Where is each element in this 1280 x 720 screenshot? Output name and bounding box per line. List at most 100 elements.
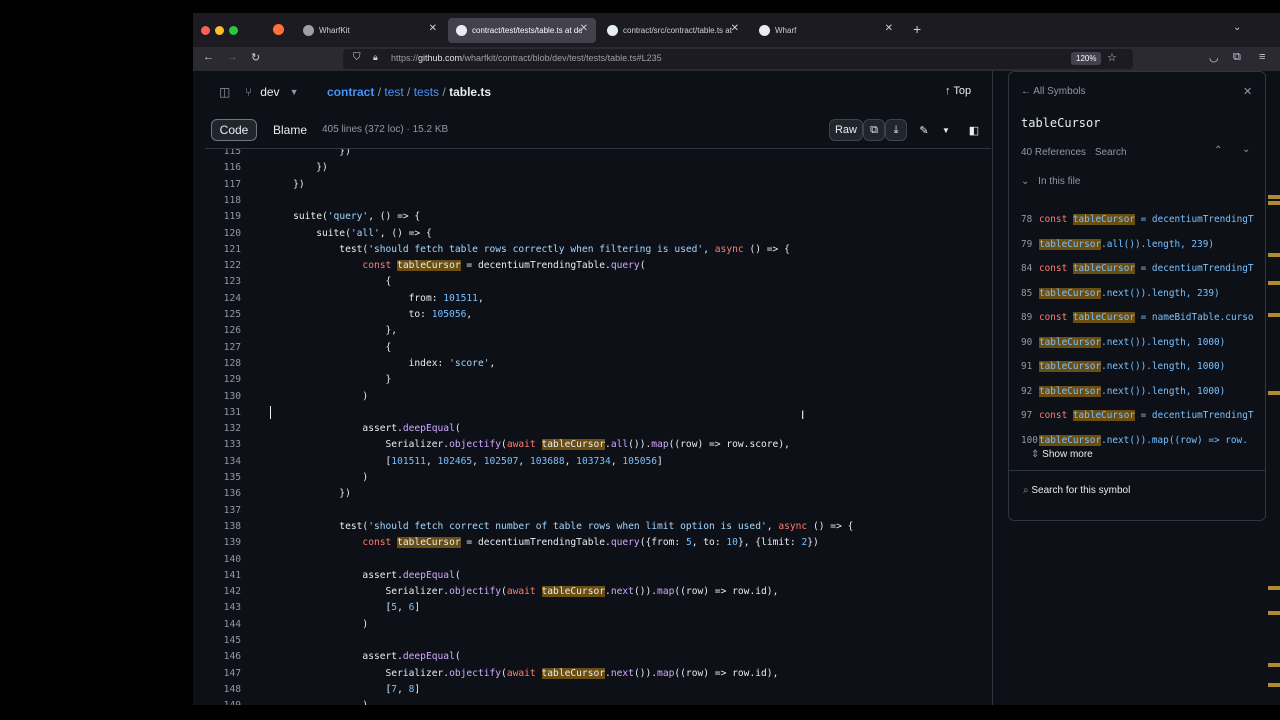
tab-table-test[interactable]: contract/test/tests/table.ts at de ✕ — [448, 18, 596, 43]
code-line[interactable]: 115 }) — [205, 149, 991, 161]
code-line[interactable]: 141 assert.deepEqual( — [205, 569, 991, 585]
tab-wharfkit[interactable]: WharfKit ✕ — [295, 18, 445, 43]
line-number[interactable]: 141 — [205, 570, 241, 581]
extensions-icon[interactable]: ⧉ — [1233, 51, 1241, 64]
pocket-icon[interactable]: ◡ — [1209, 51, 1219, 64]
line-number[interactable]: 119 — [205, 211, 241, 222]
code-line[interactable]: 137 — [205, 504, 991, 520]
reference-item[interactable]: 91 tableCursor.next()).length, 1000) — [1021, 361, 1261, 383]
copy-icon[interactable]: ⧉ — [863, 119, 885, 141]
close-icon[interactable]: ✕ — [1243, 85, 1252, 98]
code-line[interactable]: 139 const tableCursor = decentiumTrendin… — [205, 536, 991, 552]
tab-wharf[interactable]: Wharf ✕ — [751, 18, 901, 43]
code-line[interactable]: 135 ) — [205, 471, 991, 487]
line-number[interactable]: 149 — [205, 700, 241, 705]
tab-table-src[interactable]: contract/src/contract/table.ts at ✕ — [599, 18, 747, 43]
code-line[interactable]: 143 [5, 6] — [205, 601, 991, 617]
code-line[interactable]: 148 [7, 8] — [205, 683, 991, 699]
line-number[interactable]: 123 — [205, 276, 241, 287]
show-more-button[interactable]: ⇕ Show more — [1031, 449, 1093, 460]
raw-button[interactable]: Raw — [829, 119, 863, 141]
tracking-protection-icon[interactable]: ⛉ — [353, 52, 361, 63]
reload-icon[interactable]: ↻ — [251, 51, 260, 64]
search-symbol-button[interactable]: ⌕ Search for this symbol — [1023, 485, 1130, 496]
line-number[interactable]: 116 — [205, 162, 241, 173]
line-number[interactable]: 146 — [205, 651, 241, 662]
code-line[interactable]: 121 test('should fetch table rows correc… — [205, 243, 991, 259]
code-tab[interactable]: Code — [211, 119, 257, 141]
code-line[interactable]: 133 Serializer.objectify(await tableCurs… — [205, 438, 991, 454]
menu-icon[interactable]: ≡ — [1259, 51, 1265, 63]
code-line[interactable]: 147 Serializer.objectify(await tableCurs… — [205, 667, 991, 683]
tab-close-icon[interactable]: ✕ — [580, 23, 588, 34]
code-line[interactable]: 127 { — [205, 341, 991, 357]
breadcrumb-test[interactable]: test — [384, 85, 403, 99]
reference-item[interactable]: 97 const tableCursor = decentiumTrendingT — [1021, 410, 1261, 432]
sidebar-toggle-icon[interactable]: ◫ — [219, 85, 230, 99]
reference-item[interactable]: 79 tableCursor.all()).length, 239) — [1021, 238, 1261, 261]
line-number[interactable]: 139 — [205, 537, 241, 548]
top-button[interactable]: ↑ Top — [945, 85, 971, 97]
code-line[interactable]: 149 ) — [205, 699, 991, 705]
edit-pencil-icon[interactable]: ✎ — [913, 119, 935, 141]
line-number[interactable]: 117 — [205, 179, 241, 190]
code-line[interactable]: 130 ) — [205, 390, 991, 406]
lock-icon[interactable]: 🔒︎ — [373, 52, 378, 63]
line-number[interactable]: 122 — [205, 260, 241, 271]
reference-item[interactable]: 78 const tableCursor = decentiumTrendingT — [1021, 214, 1261, 236]
code-line[interactable]: 132 assert.deepEqual( — [205, 422, 991, 438]
new-tab-button[interactable]: + — [913, 21, 921, 37]
url-bar[interactable]: ⛉ 🔒︎ https://github.com/wharfkit/contrac… — [343, 49, 1133, 69]
download-icon[interactable]: ⤓ — [885, 119, 907, 141]
line-number[interactable]: 131 — [205, 407, 241, 418]
minimize-window-button[interactable] — [215, 26, 224, 35]
in-this-file-toggle[interactable]: ⌄ In this file — [1021, 176, 1080, 187]
code-line[interactable]: 126 }, — [205, 324, 991, 340]
line-number[interactable]: 143 — [205, 602, 241, 613]
bookmark-star-icon[interactable]: ☆ — [1107, 51, 1117, 64]
line-number[interactable]: 138 — [205, 521, 241, 532]
list-all-tabs-icon[interactable]: ⌄ — [1233, 22, 1241, 33]
line-number[interactable]: 144 — [205, 619, 241, 630]
tab-close-icon[interactable]: ✕ — [885, 23, 893, 34]
code-line[interactable]: 140 — [205, 553, 991, 569]
line-number[interactable]: 127 — [205, 342, 241, 353]
line-number[interactable]: 130 — [205, 391, 241, 402]
all-symbols-link[interactable]: ← All Symbols — [1021, 86, 1085, 97]
line-number[interactable]: 121 — [205, 244, 241, 255]
reference-item[interactable]: 90 tableCursor.next()).length, 1000) — [1021, 336, 1261, 359]
code-line[interactable]: 131 — [205, 406, 991, 422]
chevron-down-icon[interactable]: ⌄ — [1242, 144, 1250, 155]
code-line[interactable]: 146 assert.deepEqual( — [205, 650, 991, 666]
code-line[interactable]: 142 Serializer.objectify(await tableCurs… — [205, 585, 991, 601]
chevron-up-icon[interactable]: ⌃ — [1214, 145, 1222, 156]
code-line[interactable]: 124 from: 101511, — [205, 292, 991, 308]
line-number[interactable]: 137 — [205, 505, 241, 516]
line-number[interactable]: 142 — [205, 586, 241, 597]
symbols-panel-icon[interactable]: ◧ — [964, 119, 984, 141]
line-number[interactable]: 136 — [205, 488, 241, 499]
tab-close-icon[interactable]: ✕ — [429, 23, 437, 34]
line-number[interactable]: 132 — [205, 423, 241, 434]
code-line[interactable]: 122 const tableCursor = decentiumTrendin… — [205, 259, 991, 275]
code-line[interactable]: 138 test('should fetch correct number of… — [205, 520, 991, 536]
code-line[interactable]: 128 index: 'score', — [205, 357, 991, 373]
code-line[interactable]: 145 — [205, 634, 991, 650]
line-number[interactable]: 125 — [205, 309, 241, 320]
firefox-view-icon[interactable] — [273, 24, 284, 35]
code-line[interactable]: 134 [101511, 102465, 102507, 103688, 103… — [205, 455, 991, 471]
reference-item[interactable]: 92 tableCursor.next()).length, 1000) — [1021, 385, 1261, 408]
branch-selector[interactable]: ⑂ dev ▼ — [245, 81, 298, 103]
line-number[interactable]: 134 — [205, 456, 241, 467]
code-line[interactable]: 120 suite('all', () => { — [205, 227, 991, 243]
breadcrumb-repo[interactable]: contract — [327, 85, 374, 99]
references-search[interactable]: Search — [1095, 147, 1127, 158]
url-text[interactable]: https://github.com/wharfkit/contract/blo… — [391, 53, 662, 63]
back-icon[interactable]: ← — [203, 51, 214, 63]
line-number[interactable]: 120 — [205, 228, 241, 239]
panel-divider[interactable] — [992, 71, 993, 705]
tab-close-icon[interactable]: ✕ — [731, 23, 739, 34]
line-number[interactable]: 128 — [205, 358, 241, 369]
zoom-level[interactable]: 120% — [1071, 52, 1102, 65]
line-number[interactable]: 129 — [205, 374, 241, 385]
